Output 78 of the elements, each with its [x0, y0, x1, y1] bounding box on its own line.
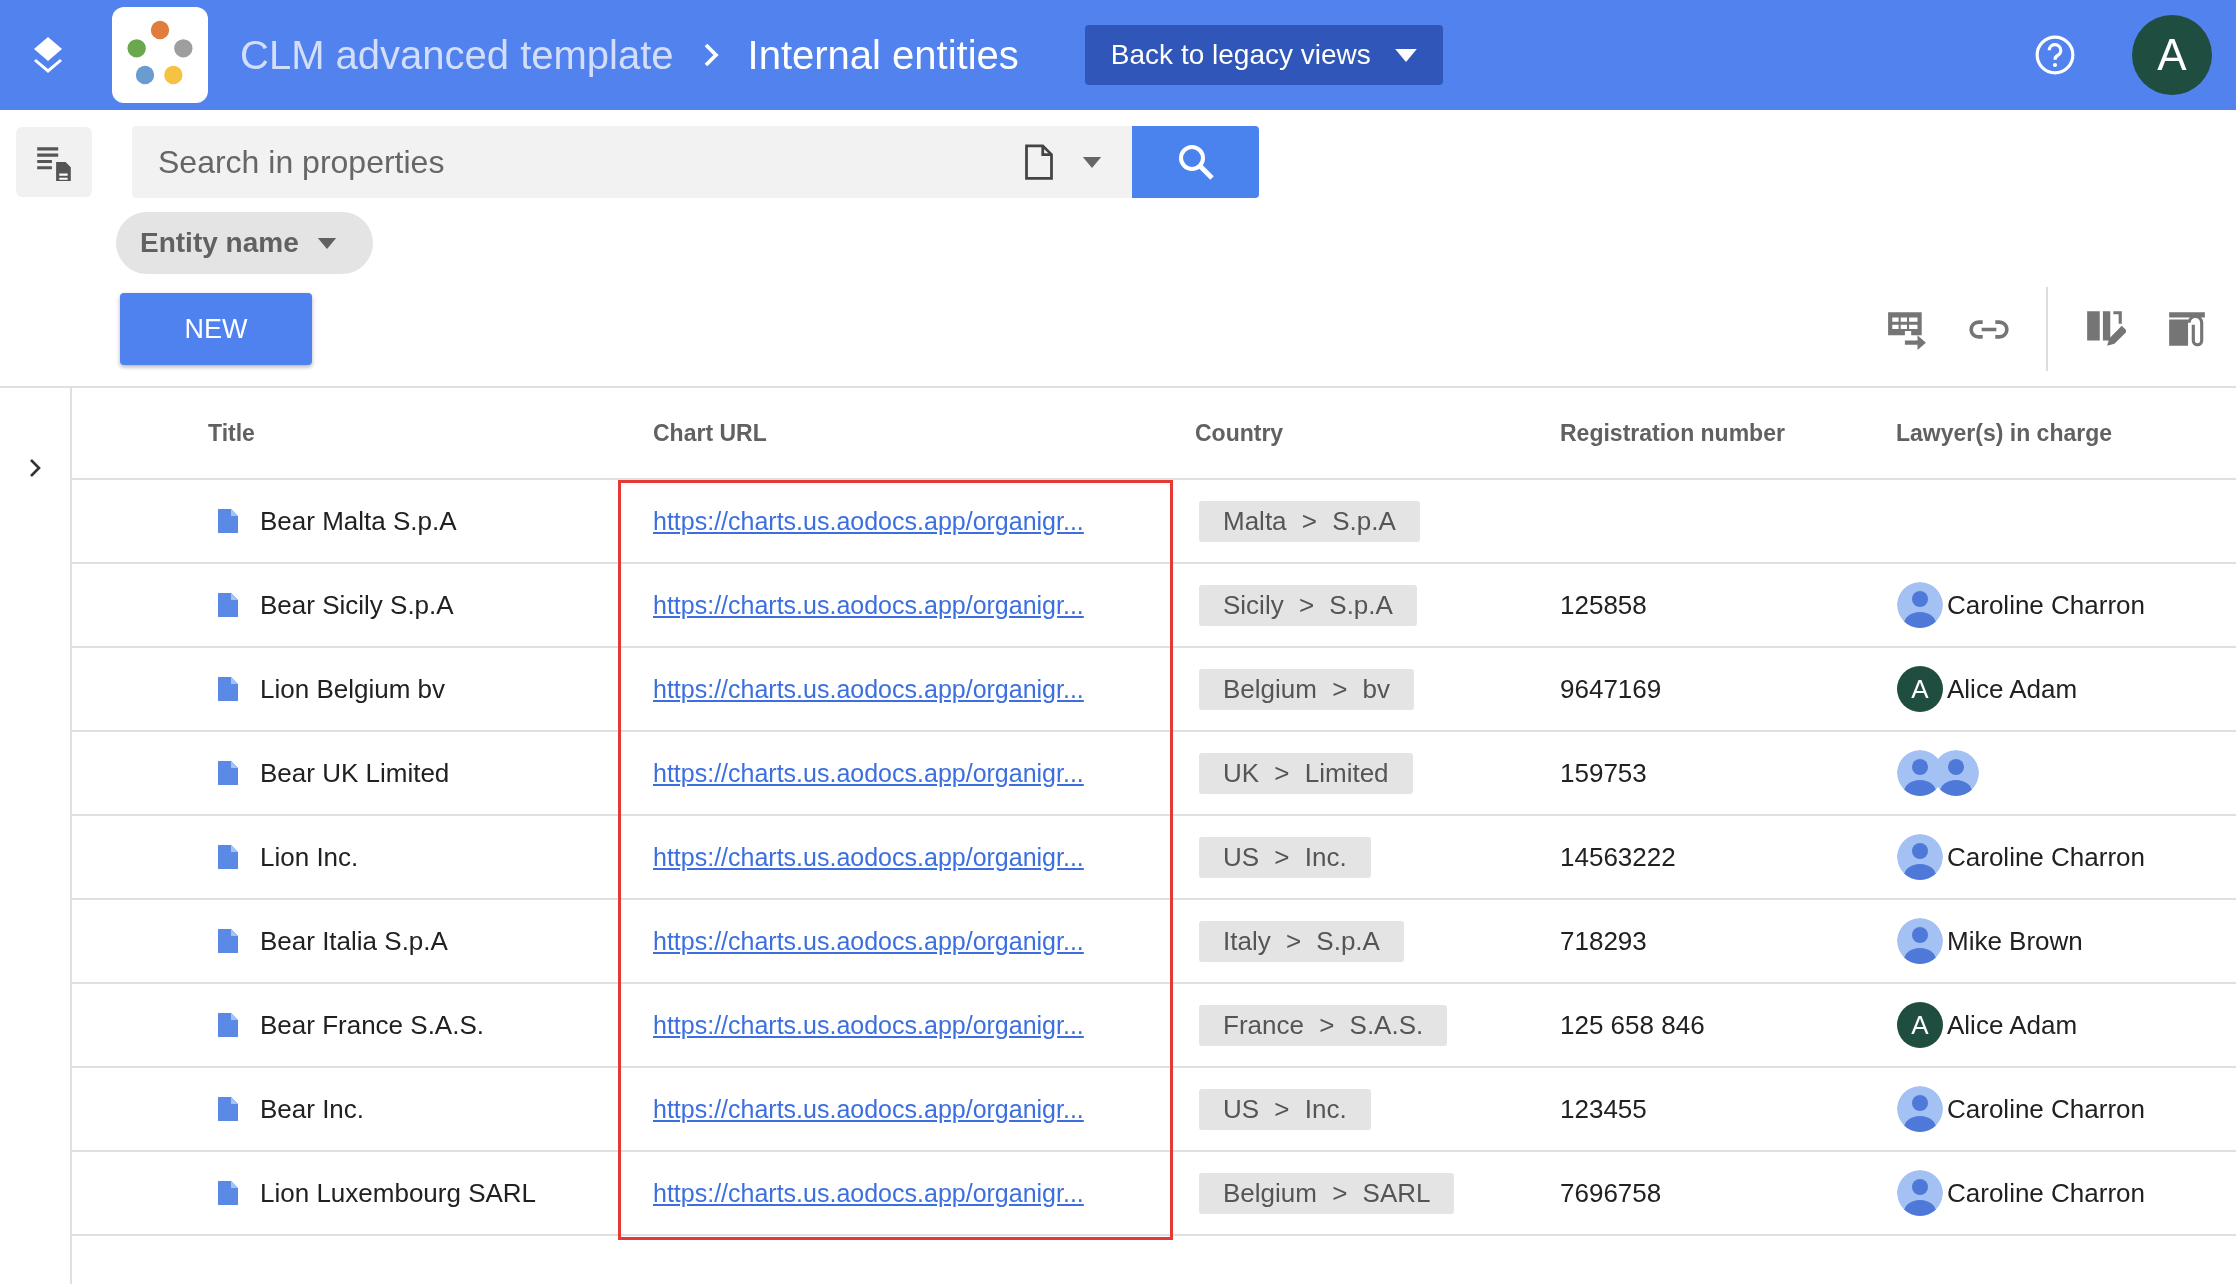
registration-number: 7696758: [1560, 1177, 1662, 1209]
user-avatar: A: [1897, 666, 1943, 712]
chart-url-link[interactable]: https://charts.us.aodocs.app/organigr...: [653, 758, 1084, 788]
user-avatar[interactable]: A: [2132, 15, 2212, 95]
caret-down-icon: [1394, 48, 1417, 62]
country-tag: Sicily > S.p.A: [1199, 584, 1417, 626]
chart-url-link[interactable]: https://charts.us.aodocs.app/organigr...: [653, 926, 1084, 956]
document-icon[interactable]: [1024, 143, 1054, 181]
chart-url-link[interactable]: https://charts.us.aodocs.app/organigr...: [653, 674, 1084, 704]
column-header[interactable]: Registration number: [1560, 419, 1785, 447]
registration-number: 718293: [1560, 925, 1647, 957]
entity-title[interactable]: Lion Luxembourg SARL: [260, 1177, 537, 1209]
list-view-button[interactable]: [16, 127, 92, 197]
person-avatar-icon: [1897, 834, 1943, 880]
person-avatar-icon: [1897, 1086, 1943, 1132]
registration-number: 125858: [1560, 589, 1647, 621]
country-tag: Italy > S.p.A: [1199, 920, 1404, 962]
registration-number: 123455: [1560, 1093, 1647, 1125]
caret-down-icon[interactable]: [1082, 156, 1102, 168]
registration-number: 125 658 846: [1560, 1009, 1705, 1041]
lawyer-name: Caroline Charron: [1947, 1177, 2145, 1209]
column-header[interactable]: Title: [208, 419, 255, 447]
entity-title[interactable]: Bear Sicily S.p.A: [260, 589, 454, 621]
column-header[interactable]: Chart URL: [653, 419, 767, 447]
person-avatar-icon: [1897, 918, 1943, 964]
column-header[interactable]: Lawyer(s) in charge: [1896, 419, 2113, 447]
help-icon[interactable]: [2034, 34, 2076, 76]
document-icon: [218, 761, 238, 785]
entity-title[interactable]: Bear Malta S.p.A: [260, 505, 457, 537]
registration-number: 9647169: [1560, 673, 1662, 705]
entity-title[interactable]: Bear France S.A.S.: [260, 1009, 484, 1041]
search-bar[interactable]: Search in properties: [132, 126, 1132, 198]
document-icon: [218, 677, 238, 701]
document-icon: [218, 1097, 238, 1121]
chart-url-link[interactable]: https://charts.us.aodocs.app/organigr...: [653, 590, 1084, 620]
document-icon: [218, 593, 238, 617]
chart-url-link[interactable]: https://charts.us.aodocs.app/organigr...: [653, 1178, 1084, 1208]
entity-title[interactable]: Lion Belgium bv: [260, 673, 445, 705]
registration-number: 14563222: [1560, 841, 1676, 873]
country-tag: Belgium > SARL: [1199, 1172, 1455, 1214]
chart-url-link[interactable]: https://charts.us.aodocs.app/organigr...: [653, 1094, 1084, 1124]
chart-url-link[interactable]: https://charts.us.aodocs.app/organigr...: [653, 506, 1084, 536]
filter-dropdown[interactable]: Entity name: [116, 212, 373, 274]
country-tag: US > Inc.: [1199, 836, 1371, 878]
document-icon: [218, 1013, 238, 1037]
lawyer-name: Alice Adam: [1947, 1009, 2078, 1041]
chart-url-link[interactable]: https://charts.us.aodocs.app/organigr...: [653, 1010, 1084, 1040]
caret-down-icon: [316, 237, 337, 249]
entity-title[interactable]: Lion Inc.: [260, 841, 359, 873]
lawyer-name: Caroline Charron: [1947, 1093, 2145, 1125]
search-button[interactable]: [1132, 126, 1259, 198]
document-icon: [218, 929, 238, 953]
lawyer-name: Caroline Charron: [1947, 589, 2145, 621]
page-title: Internal entities: [747, 32, 1019, 78]
lawyer-name: Alice Adam: [1947, 673, 2078, 705]
entity-title[interactable]: Bear Italia S.p.A: [260, 925, 448, 957]
country-tag: Belgium > bv: [1199, 668, 1415, 710]
document-icon: [218, 1181, 238, 1205]
legacy-views-button[interactable]: Back to legacy views: [1084, 25, 1443, 85]
lawyer-name: Caroline Charron: [1947, 841, 2145, 873]
person-avatar-icon: [1897, 1170, 1943, 1216]
registration-number: 159753: [1560, 757, 1647, 789]
lawyer-name: Mike Brown: [1947, 925, 2083, 957]
country-tag: UK > Limited: [1199, 752, 1413, 794]
user-avatar: A: [1897, 1002, 1943, 1048]
link-icon[interactable]: [1968, 318, 2010, 340]
entity-title[interactable]: Bear UK Limited: [260, 757, 450, 789]
document-icon: [218, 509, 238, 533]
person-avatar-icon: [1897, 582, 1943, 628]
document-icon: [218, 845, 238, 869]
country-tag: US > Inc.: [1199, 1088, 1371, 1130]
search-field[interactable]: Search in properties: [156, 142, 996, 182]
column-header[interactable]: Country: [1195, 419, 1284, 447]
entity-title[interactable]: Bear Inc.: [260, 1093, 365, 1125]
country-tag: France > S.A.S.: [1199, 1004, 1448, 1046]
country-tag: Malta > S.p.A: [1199, 500, 1420, 542]
chart-url-link[interactable]: https://charts.us.aodocs.app/organigr...: [653, 842, 1084, 872]
new-button[interactable]: NEW: [120, 293, 312, 365]
